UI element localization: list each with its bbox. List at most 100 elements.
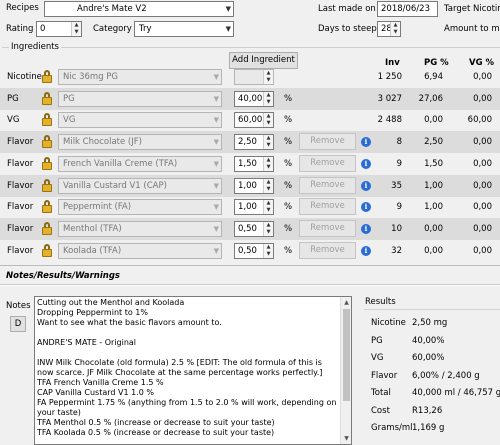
spin-arrows-icon[interactable]: ▲ ▼ bbox=[71, 22, 81, 36]
lock-icon[interactable] bbox=[42, 135, 52, 148]
remove-button[interactable]: Remove bbox=[299, 198, 356, 215]
ingredient-select[interactable]: Vanilla Custard V1 (CAP) ▼ bbox=[58, 178, 222, 194]
ingredient-select[interactable]: Menthol (TFA) ▼ bbox=[58, 221, 222, 237]
ingredient-row: PG PG ▼ 40,00 ▲ ▼% 3 027 27,06 0,00 bbox=[0, 88, 500, 110]
last-made-field[interactable]: 2018/06/23 bbox=[377, 1, 438, 17]
notes-header: Notes/Results/Warnings bbox=[6, 271, 120, 281]
category-select-value: Try bbox=[139, 24, 152, 34]
notes-line: CAP Vanilla Custard V1 1.0 % bbox=[37, 388, 154, 397]
ingredient-select[interactable]: Milk Chocolate (JF) ▼ bbox=[58, 134, 222, 150]
lock-icon[interactable] bbox=[42, 244, 52, 257]
ingredient-select[interactable]: Koolada (TFA) ▼ bbox=[58, 243, 222, 259]
spin-arrows-icon[interactable]: ▲ ▼ bbox=[263, 222, 273, 236]
info-icon[interactable]: i bbox=[361, 202, 371, 212]
spin-arrows-icon[interactable]: ▲ ▼ bbox=[263, 113, 273, 127]
percent-unit: % bbox=[284, 224, 293, 234]
notes-line bbox=[37, 328, 337, 338]
ingredient-percent-stepper[interactable]: 60,00 ▲ ▼ bbox=[234, 112, 274, 128]
lock-icon[interactable] bbox=[42, 157, 52, 170]
result-value: 40,000 ml / 46,757 g bbox=[412, 388, 500, 398]
ingredient-select[interactable]: Peppermint (FA) ▼ bbox=[58, 199, 222, 215]
spin-arrows-icon[interactable]: ▲ ▼ bbox=[263, 157, 273, 171]
info-icon[interactable]: i bbox=[361, 159, 371, 169]
ingredient-percent-stepper[interactable]: 0,50 ▲ ▼ bbox=[234, 243, 274, 259]
ingredient-inv: 9 bbox=[396, 159, 402, 169]
ingredient-percent-stepper[interactable]: ▲ ▼ bbox=[234, 69, 274, 85]
lock-icon[interactable] bbox=[42, 200, 52, 213]
ingredient-name: Menthol (TFA) bbox=[63, 224, 122, 234]
recipe-select[interactable]: Andre's Mate V2 ▼ bbox=[44, 1, 234, 17]
spin-arrows-icon[interactable]: ▲ ▼ bbox=[263, 70, 273, 84]
chevron-down-icon: ▼ bbox=[213, 138, 219, 146]
spin-arrows-icon[interactable]: ▲ ▼ bbox=[390, 22, 400, 36]
scroll-up-icon[interactable]: ▲ bbox=[341, 297, 351, 308]
remove-button[interactable]: Remove bbox=[299, 242, 356, 259]
info-icon[interactable]: i bbox=[361, 137, 371, 147]
ingredient-percent-stepper[interactable]: 1,00 ▲ ▼ bbox=[234, 178, 274, 194]
ingredient-percent-stepper[interactable]: 2,50 ▲ ▼ bbox=[234, 134, 274, 150]
ingredient-percent-stepper[interactable]: 1,00 ▲ ▼ bbox=[234, 199, 274, 215]
ingredient-vg: 0,00 bbox=[473, 159, 492, 169]
chevron-down-icon: ▼ bbox=[213, 95, 219, 103]
ingredient-name: French Vanilla Creme (TFA) bbox=[63, 159, 178, 169]
rating-stepper[interactable]: 0 ▲ ▼ bbox=[36, 21, 82, 37]
ingredient-row: Flavor Peppermint (FA) ▼ 1,00 ▲ ▼% Remove i 9 1,0… bbox=[0, 196, 500, 218]
chevron-down-icon: ▼ bbox=[213, 116, 219, 124]
chevron-down-icon: ▼ bbox=[213, 225, 219, 233]
lock-icon[interactable] bbox=[42, 113, 52, 126]
d-button[interactable]: D bbox=[10, 316, 26, 332]
ingredient-vg: 0,00 bbox=[473, 224, 492, 234]
result-label: PG bbox=[371, 336, 383, 346]
ingredient-select[interactable]: PG ▼ bbox=[58, 91, 222, 107]
lock-icon[interactable] bbox=[42, 222, 52, 235]
notes-line: ANDRE'S MATE - Original bbox=[37, 338, 137, 347]
last-made-label: Last made on bbox=[318, 4, 376, 14]
ingredient-vg: 0,00 bbox=[473, 137, 492, 147]
chevron-down-icon: ▼ bbox=[213, 182, 219, 190]
ingredient-percent-stepper[interactable]: 0,50 ▲ ▼ bbox=[234, 221, 274, 237]
scroll-thumb[interactable] bbox=[343, 309, 350, 401]
spin-arrows-icon[interactable]: ▲ ▼ bbox=[263, 200, 273, 214]
lock-icon[interactable] bbox=[42, 70, 52, 83]
result-label: Cost bbox=[371, 406, 390, 416]
info-icon[interactable]: i bbox=[361, 181, 371, 191]
remove-button[interactable]: Remove bbox=[299, 220, 356, 237]
ingredient-percent: 1,00 bbox=[238, 202, 257, 212]
ingredient-select[interactable]: VG ▼ bbox=[58, 112, 222, 128]
ingredient-row: Flavor Vanilla Custard V1 (CAP) ▼ 1,00 ▲ ▼% Re… bbox=[0, 175, 500, 197]
ingredient-vg: 0,00 bbox=[473, 94, 492, 104]
lock-icon[interactable] bbox=[42, 92, 52, 105]
chevron-down-icon: ▼ bbox=[213, 247, 219, 255]
chevron-down-icon: ▼ bbox=[225, 5, 231, 13]
chevron-down-icon: ▼ bbox=[213, 73, 219, 81]
info-icon[interactable]: i bbox=[361, 224, 371, 234]
ingredient-row: Flavor Milk Chocolate (JF) ▼ 2,50 ▲ ▼% Remove i… bbox=[0, 131, 500, 153]
spin-arrows-icon[interactable]: ▲ ▼ bbox=[263, 244, 273, 258]
ingredient-select[interactable]: French Vanilla Creme (TFA) ▼ bbox=[58, 156, 222, 172]
spin-arrows-icon[interactable]: ▲ ▼ bbox=[263, 179, 273, 193]
ingredient-percent-stepper[interactable]: 40,00 ▲ ▼ bbox=[234, 91, 274, 107]
ingredient-select[interactable]: Nic 36mg PG ▼ bbox=[58, 69, 222, 85]
scroll-down-icon[interactable]: ▼ bbox=[341, 433, 351, 444]
remove-button[interactable]: Remove bbox=[299, 133, 356, 150]
spin-arrows-icon[interactable]: ▲ ▼ bbox=[263, 135, 273, 149]
remove-button[interactable]: Remove bbox=[299, 155, 356, 172]
info-icon[interactable]: i bbox=[361, 246, 371, 256]
lock-icon[interactable] bbox=[42, 179, 52, 192]
remove-button[interactable]: Remove bbox=[299, 177, 356, 194]
rating-value: 0 bbox=[40, 24, 46, 34]
chevron-down-icon: ▼ bbox=[213, 160, 219, 168]
result-value: 1,169 g bbox=[412, 423, 445, 433]
ingredient-pg: 0,00 bbox=[424, 246, 443, 256]
spin-arrows-icon[interactable]: ▲ ▼ bbox=[263, 92, 273, 106]
days-to-steep-stepper[interactable]: 28 ▲ ▼ bbox=[377, 21, 401, 37]
ingredient-vg: 0,00 bbox=[473, 202, 492, 212]
result-value: 6,00% / 2,400 g bbox=[412, 371, 480, 381]
chevron-down-icon: ▼ bbox=[213, 203, 219, 211]
ingredient-percent-stepper[interactable]: 1,50 ▲ ▼ bbox=[234, 156, 274, 172]
notes-scrollbar[interactable]: ▲ ▼ bbox=[340, 297, 351, 444]
category-select[interactable]: Try ▼ bbox=[134, 21, 234, 37]
ingredient-pg: 1,00 bbox=[424, 202, 443, 212]
notes-textarea[interactable]: Cutting out the Menthol and Koolada Dropp… bbox=[34, 296, 352, 445]
ingredient-percent: 60,00 bbox=[238, 115, 263, 125]
